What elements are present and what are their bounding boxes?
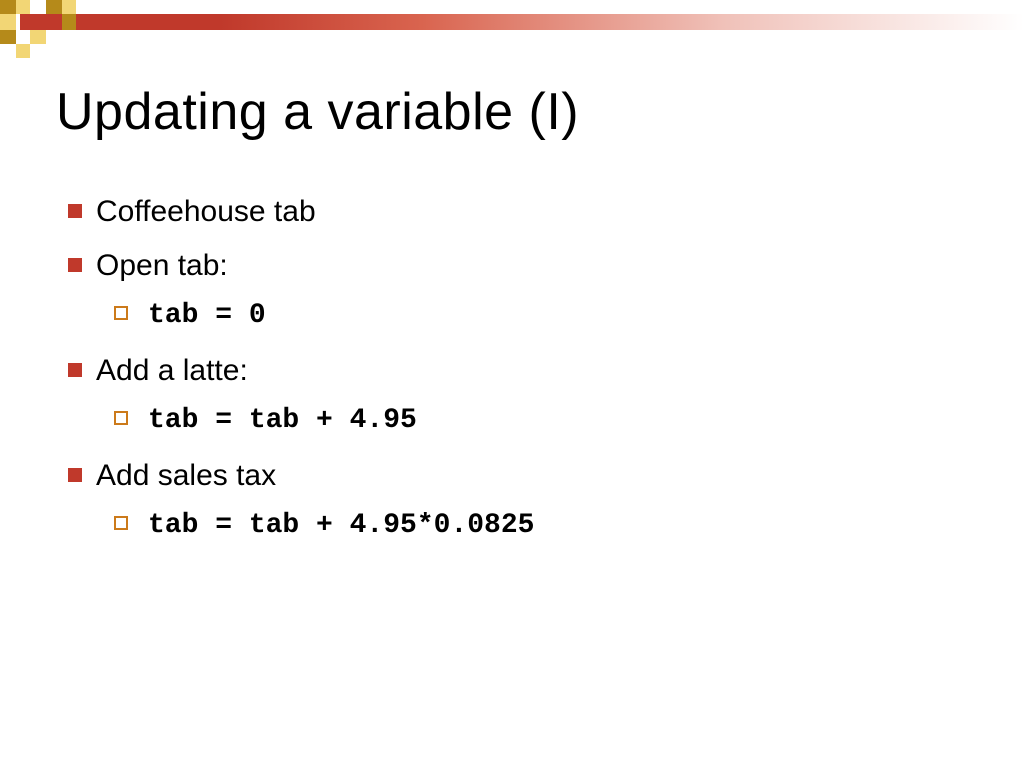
code-sublist: tab = tab + 4.95 <box>96 399 976 444</box>
pixel-block <box>16 44 30 58</box>
code-sublist: tab = 0 <box>96 294 976 339</box>
list-item-text: Add a latte: <box>96 354 248 387</box>
bullet-list: Coffeehouse tab Open tab: tab = 0 Add a … <box>56 188 976 548</box>
code-line: tab = 0 <box>96 294 976 339</box>
list-item: Add a latte: tab = tab + 4.95 <box>56 347 976 444</box>
pixel-block <box>62 0 76 14</box>
pixel-block <box>16 30 30 44</box>
slide-body: Updating a variable (I) Coffeehouse tab … <box>56 82 976 556</box>
pixel-block <box>0 30 16 44</box>
list-item: Add sales tax tab = tab + 4.95*0.0825 <box>56 452 976 549</box>
pixel-block <box>62 14 76 30</box>
list-item-text: Open tab: <box>96 249 228 282</box>
slide-header-decoration <box>0 0 1024 60</box>
pixel-block <box>30 30 46 44</box>
list-item-text: Coffeehouse tab <box>96 195 316 228</box>
code-line: tab = tab + 4.95*0.0825 <box>96 504 976 549</box>
code-line: tab = tab + 4.95 <box>96 399 976 444</box>
list-item: Coffeehouse tab <box>56 188 976 236</box>
list-item: Open tab: tab = 0 <box>56 242 976 339</box>
pixel-block <box>46 0 62 14</box>
pixel-block <box>16 0 30 14</box>
list-item-text: Add sales tax <box>96 459 276 492</box>
pixel-block <box>0 0 16 14</box>
pixel-block <box>0 14 16 30</box>
header-stripe <box>20 14 1024 30</box>
code-sublist: tab = tab + 4.95*0.0825 <box>96 504 976 549</box>
slide-title: Updating a variable (I) <box>56 82 976 142</box>
